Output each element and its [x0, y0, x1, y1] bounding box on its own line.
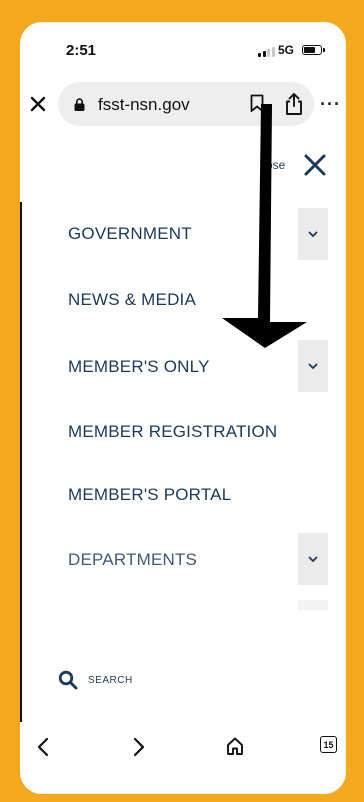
share-icon[interactable]: [284, 92, 304, 116]
nav-item-news-media[interactable]: NEWS & MEDIA: [68, 290, 196, 310]
more-options-icon[interactable]: ···: [320, 94, 342, 114]
nav-item-government[interactable]: GOVERNMENT: [68, 224, 192, 244]
close-icon[interactable]: [302, 152, 328, 178]
browser-toolbar: 15: [20, 722, 346, 794]
chevron-down-icon: [308, 363, 318, 369]
lock-icon: [74, 98, 85, 111]
departments-expand-button[interactable]: [298, 533, 328, 585]
menu-search[interactable]: SEARCH: [58, 670, 133, 690]
url-text: fsst-nsn.gov: [98, 95, 190, 114]
bookmark-icon[interactable]: [250, 94, 264, 113]
menu-edge-divider: [20, 202, 22, 722]
clock: 2:51: [66, 42, 97, 59]
chevron-down-icon: [308, 231, 318, 237]
search-label: SEARCH: [88, 674, 133, 686]
battery-icon: [302, 45, 325, 55]
chevron-down-icon: [308, 556, 318, 562]
government-expand-button[interactable]: [298, 208, 328, 260]
close-tab-icon[interactable]: [26, 92, 50, 116]
forward-icon[interactable]: [132, 736, 146, 758]
back-icon[interactable]: [36, 736, 50, 758]
nav-item-member-registration[interactable]: MEMBER REGISTRATION: [68, 422, 277, 442]
nav-item-members-only[interactable]: MEMBER'S ONLY: [68, 357, 210, 377]
phone-screen: 2:51 5G fsst-nsn.gov ··· ose GOVERNMENT …: [20, 22, 346, 794]
signal-icon: [258, 47, 275, 57]
home-icon[interactable]: [226, 736, 244, 756]
status-bar: 2:51 5G: [20, 22, 346, 70]
address-bar[interactable]: fsst-nsn.gov: [58, 82, 314, 126]
members-only-expand-button[interactable]: [298, 340, 328, 392]
tabs-button[interactable]: 15: [320, 736, 337, 753]
search-icon: [58, 670, 78, 690]
network-type: 5G: [278, 43, 295, 57]
nav-item-departments[interactable]: DEPARTMENTS: [68, 550, 197, 570]
browser-url-row: fsst-nsn.gov ···: [20, 78, 346, 128]
next-item-expand-button: [298, 600, 328, 610]
close-label: ose: [266, 158, 286, 172]
nav-item-members-portal[interactable]: MEMBER'S PORTAL: [68, 485, 231, 505]
